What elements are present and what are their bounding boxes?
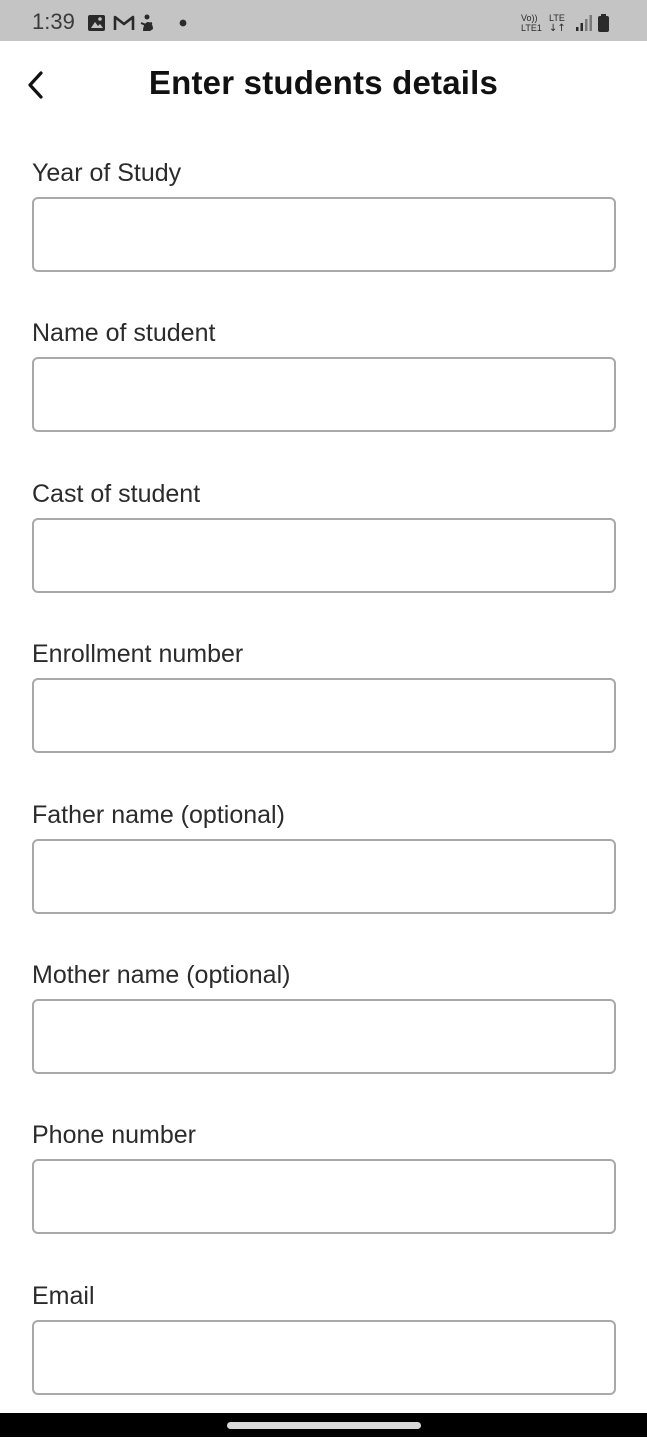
father-name-label: Father name (optional) (32, 800, 285, 829)
page-title: Enter students details (148, 64, 499, 101)
year-of-study-input[interactable] (32, 197, 616, 272)
student-cast-field: Cast of student (32, 478, 616, 638)
student-cast-input[interactable] (32, 517, 616, 593)
year-of-study-label: Year of Study (32, 159, 182, 187)
mother-name-label: Mother name (optional) (32, 960, 291, 989)
svg-text:Vo)): Vo)) (521, 13, 538, 23)
signal-icon (576, 15, 592, 31)
enrollment-number-label: Enrollment number (32, 640, 244, 669)
email-label: Email (32, 1281, 95, 1310)
battery-icon (598, 14, 609, 32)
svg-text:LTE1: LTE1 (521, 23, 542, 33)
enrollment-number-input[interactable] (32, 678, 616, 754)
father-name-input[interactable] (32, 838, 616, 914)
student-cast-label: Cast of student (32, 479, 201, 508)
status-icons-left (86, 12, 196, 34)
svg-text:LTE: LTE (549, 13, 565, 23)
system-nav-bar (0, 1413, 647, 1437)
gmail-icon (113, 15, 135, 30)
phone-number-input[interactable] (32, 1159, 616, 1235)
notification-dot-icon (179, 19, 187, 27)
app-bar: Enter students details (0, 41, 647, 125)
student-details-form: Year of Study Name of student Cast of st… (32, 157, 616, 1440)
father-name-field: Father name (optional) (32, 799, 616, 959)
student-name-label: Name of student (32, 319, 216, 348)
email-input[interactable] (32, 1319, 616, 1395)
status-icons-right: Vo)) LTE1 LTE ↓↑ (521, 11, 617, 34)
mother-name-field: Mother name (optional) (32, 959, 616, 1119)
volte-lte-icon: Vo)) LTE1 LTE ↓↑ (521, 13, 566, 34)
student-name-input[interactable] (32, 357, 616, 433)
enrollment-number-field: Enrollment number (32, 638, 616, 798)
student-name-field: Name of student (32, 317, 616, 477)
home-gesture-handle[interactable] (227, 1422, 421, 1429)
status-bar: 1:39 Vo)) LTE1 LTE ↓↑ (0, 0, 647, 41)
svg-text:↓↑: ↓↑ (549, 23, 566, 34)
phone-number-label: Phone number (32, 1121, 197, 1150)
mother-name-input[interactable] (32, 998, 616, 1074)
accessibility-icon (140, 14, 153, 31)
gallery-icon (88, 15, 105, 31)
status-time: 1:39 (32, 9, 75, 34)
year-of-study-field: Year of Study (32, 157, 616, 317)
phone-number-field: Phone number (32, 1119, 616, 1279)
